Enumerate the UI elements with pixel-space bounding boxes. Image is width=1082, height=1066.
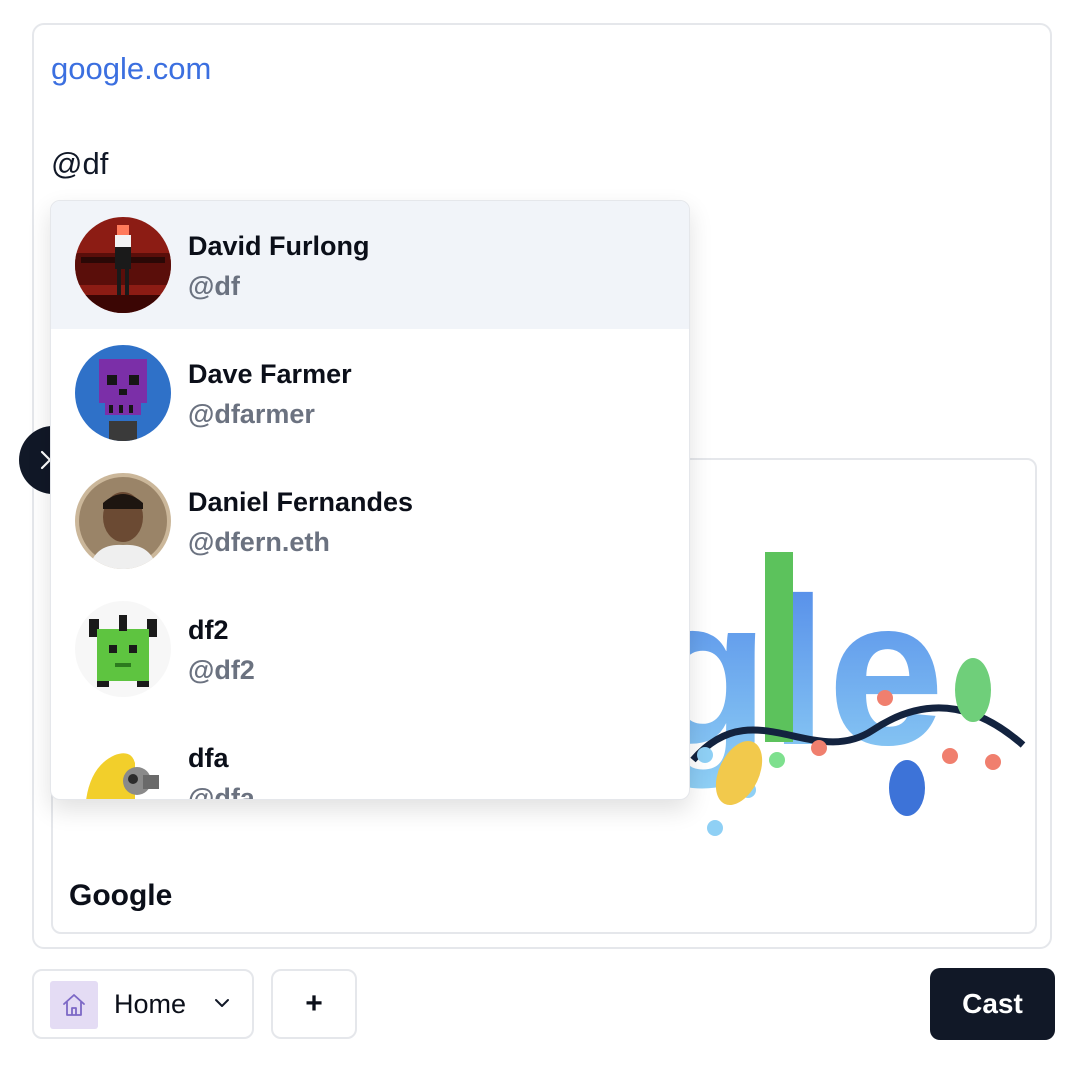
avatar <box>75 729 171 799</box>
suggestion-option[interactable]: Daniel Fernandes @dfern.eth <box>51 457 689 585</box>
suggestion-handle: @dfarmer <box>188 399 315 429</box>
suggestion-option[interactable]: df2 @df2 <box>51 585 689 713</box>
channel-selector[interactable]: Home <box>32 969 254 1039</box>
chevron-down-icon <box>215 999 229 1007</box>
suggestion-option[interactable]: Dave Farmer @dfarmer <box>51 329 689 457</box>
avatar <box>75 345 171 441</box>
add-embed-button[interactable]: + <box>271 969 357 1039</box>
suggestion-name: df2 <box>188 615 229 645</box>
suggestion-name: David Furlong <box>188 231 370 261</box>
mention-text[interactable]: @df <box>51 146 108 182</box>
suggestion-name: dfa <box>188 743 229 773</box>
mention-suggestions: David Furlong @df Dave Farmer @dfarmer D… <box>50 200 690 800</box>
avatar <box>75 473 171 569</box>
suggestion-handle: @df2 <box>188 655 255 685</box>
suggestion-name: Dave Farmer <box>188 359 352 389</box>
suggestion-handle: @dfa <box>188 783 255 800</box>
home-icon <box>50 981 98 1029</box>
suggestion-option[interactable]: dfa @dfa <box>51 713 689 800</box>
avatar <box>75 601 171 697</box>
cast-button[interactable]: Cast <box>930 968 1055 1040</box>
avatar <box>75 217 171 313</box>
suggestion-handle: @df <box>188 271 240 301</box>
channel-label: Home <box>114 989 187 1019</box>
suggestion-handle: @dfern.eth <box>188 527 330 557</box>
suggestion-name: Daniel Fernandes <box>188 487 414 517</box>
suggestion-option[interactable]: David Furlong @df <box>51 201 689 329</box>
embed-title: Google <box>69 879 173 912</box>
link-text[interactable]: google.com <box>51 51 211 87</box>
